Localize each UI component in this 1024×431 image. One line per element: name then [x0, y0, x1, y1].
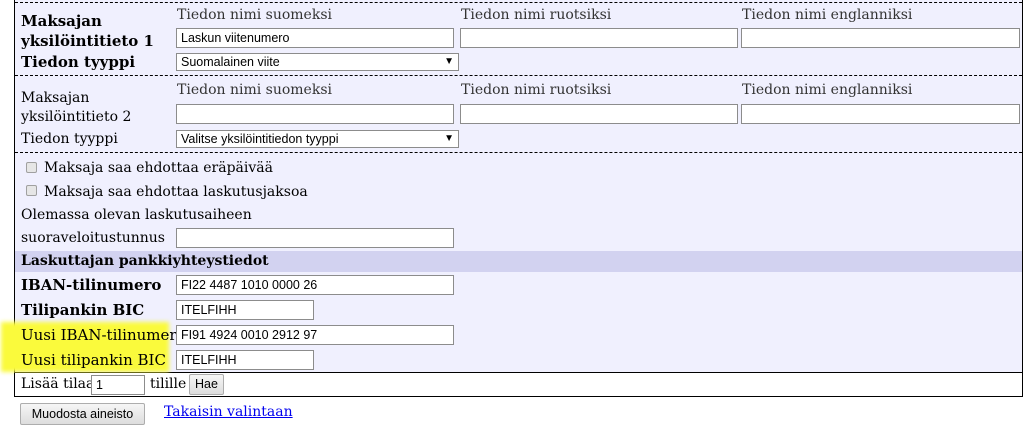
identifier1-type-value: Suomalainen viite	[181, 55, 280, 69]
dropdown-arrow-icon: ▼	[444, 133, 454, 144]
bic-input[interactable]: ITELFIHH	[176, 300, 314, 320]
new-bic-label: Uusi tilipankin BIC	[21, 351, 166, 369]
space-prefix-label: Lisää tilaa	[21, 376, 95, 392]
identifier1-type-select[interactable]: Suomalainen viite ▼	[176, 53, 459, 71]
identifier2-name-fi-input[interactable]	[176, 104, 454, 124]
identifier1-name-fi-input[interactable]: Laskun viitenumero	[176, 28, 454, 48]
bic-label: Tilipankin BIC	[21, 301, 145, 319]
identifier2-type-value: Valitse yksilöintitiedon tyyppi	[181, 132, 339, 146]
identifier2-label-line2: yksilöintitieto 2	[21, 109, 132, 125]
billing-period-label: Maksaja saa ehdottaa laskutusjaksoa	[44, 184, 308, 200]
due-date-checkbox[interactable]	[26, 162, 37, 173]
new-iban-label: Uusi IBAN-tilinumero	[21, 326, 186, 344]
column-header-english-1: Tiedon nimi englanniksi	[742, 7, 913, 23]
create-material-button[interactable]: Muodosta aineisto	[20, 403, 145, 425]
divider-options	[15, 152, 1022, 153]
identifier1-label-line1: Maksajan	[21, 12, 102, 30]
identifier1-type-label: Tiedon tyyppi	[21, 53, 136, 71]
divider-identifier2	[15, 75, 1022, 76]
billing-form: Tiedon nimi suomeksi Tiedon nimi ruotsik…	[1, 0, 1023, 373]
column-header-finnish-1: Tiedon nimi suomeksi	[177, 7, 332, 23]
identifier1-label-line2: yksilöintitieto 1	[21, 32, 154, 50]
space-suffix-label: tilille	[150, 376, 187, 392]
column-header-english-2: Tiedon nimi englanniksi	[742, 82, 913, 98]
identifier2-type-label: Tiedon tyyppi	[21, 131, 118, 147]
column-header-swedish-1: Tiedon nimi ruotsiksi	[461, 7, 612, 23]
identifier2-name-en-input[interactable]	[741, 104, 1020, 124]
bank-section-title: Laskuttajan pankkiyhteystiedot	[21, 253, 269, 269]
iban-input[interactable]: FI22 4487 1010 0000 26	[176, 275, 454, 295]
iban-label: IBAN-tilinumero	[21, 276, 162, 294]
column-header-swedish-2: Tiedon nimi ruotsiksi	[461, 82, 612, 98]
dropdown-arrow-icon: ▼	[444, 56, 454, 67]
back-to-selection-link[interactable]: Takaisin valintaan	[164, 404, 293, 420]
direct-debit-label-line1: Olemassa olevan laskutusaiheen	[21, 207, 252, 223]
space-row: Lisää tilaa 1 tilille Hae	[14, 373, 1023, 397]
column-header-finnish-2: Tiedon nimi suomeksi	[177, 82, 332, 98]
direct-debit-label-line2: suoraveloitustunnus	[21, 230, 165, 246]
divider-top	[15, 2, 1022, 3]
fetch-button[interactable]: Hae	[189, 374, 224, 395]
direct-debit-input[interactable]	[176, 228, 454, 248]
identifier2-type-select[interactable]: Valitse yksilöintitiedon tyyppi ▼	[176, 130, 459, 148]
identifier1-name-sv-input[interactable]	[460, 28, 738, 48]
new-bic-input[interactable]: ITELFIHH	[176, 350, 314, 370]
due-date-label: Maksaja saa ehdottaa eräpäivää	[44, 160, 273, 176]
identifier1-name-en-input[interactable]	[741, 28, 1020, 48]
identifier2-name-sv-input[interactable]	[460, 104, 738, 124]
space-input[interactable]: 1	[91, 375, 145, 395]
billing-period-checkbox[interactable]	[26, 185, 37, 196]
new-iban-input[interactable]: FI91 4924 0010 2912 97	[176, 325, 454, 345]
identifier2-label-line1: Maksajan	[21, 90, 90, 106]
